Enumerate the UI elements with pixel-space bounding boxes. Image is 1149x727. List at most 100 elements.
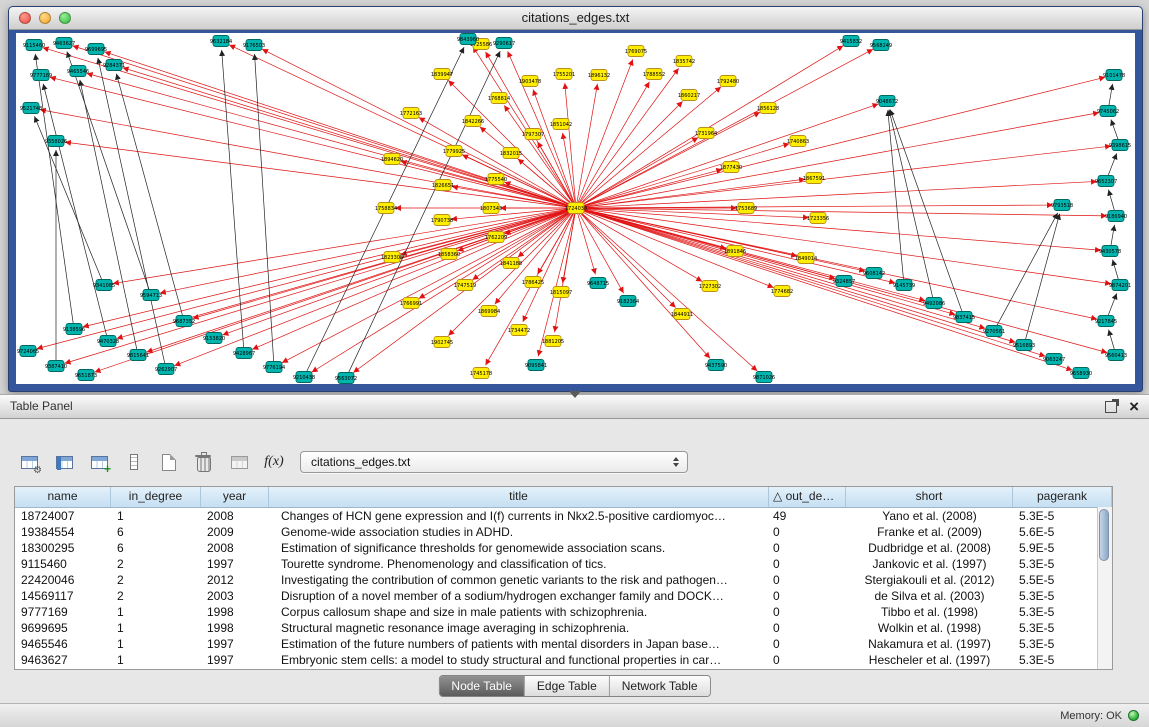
network-node-label: 1797307 <box>522 132 544 138</box>
table-cell: 2009 <box>201 524 269 540</box>
network-node-label: 1772163 <box>400 111 422 117</box>
import-table-icon[interactable] <box>226 449 252 475</box>
network-node-label: 9262907 <box>155 367 177 373</box>
table-row[interactable]: 969969511998Structural magnetic resonanc… <box>15 620 1112 636</box>
network-edge <box>580 68 679 203</box>
network-node-label: 9568249 <box>870 43 892 49</box>
network-node-label: 9290617 <box>493 41 515 47</box>
network-node-label: 9470328 <box>97 339 119 345</box>
network-node-label: 1792480 <box>717 79 739 85</box>
grid-glyph <box>231 456 248 469</box>
network-edge <box>174 210 570 366</box>
column-header-pagerank[interactable]: pagerank <box>1013 487 1112 507</box>
network-node-label: 9745062 <box>1097 109 1119 115</box>
network-node-label: 9521748 <box>20 106 42 112</box>
tab-node-table[interactable]: Node Table <box>439 676 524 696</box>
network-node-label: 1755201 <box>553 72 575 78</box>
dropdown-arrows-icon <box>670 457 682 467</box>
network-edge <box>582 209 1111 284</box>
table-cell: 9777169 <box>15 604 111 620</box>
column-highlight-glyph <box>57 457 61 470</box>
column-header-short[interactable]: short <box>846 487 1013 507</box>
column-header-out_de[interactable]: △ out_de… <box>769 487 846 507</box>
network-canvas[interactable]: 1724038185104217973071832015177554018073… <box>16 33 1135 384</box>
new-table-icon[interactable] <box>156 449 182 475</box>
network-node-label: 1894620 <box>381 157 403 163</box>
tab-edge-table[interactable]: Edge Table <box>524 676 609 696</box>
network-node-label: 9398615 <box>1109 143 1131 149</box>
network-edge <box>565 83 576 202</box>
table-row[interactable]: 1830029562008Estimation of significance … <box>15 540 1112 556</box>
network-node-label: 1724038 <box>565 206 587 212</box>
table-panel: Table Panel × ⚙ + f(x <box>0 394 1149 703</box>
table-cell: 2012 <box>201 572 269 588</box>
network-node-label: 9176503 <box>243 43 265 49</box>
network-node-label: 1858360 <box>438 252 460 258</box>
table-row[interactable]: 1872400712008Changes of HCN gene express… <box>15 508 1112 524</box>
table-row[interactable]: 1456911722003Disruption of a novel membe… <box>15 588 1112 604</box>
close-window-button[interactable] <box>19 12 31 24</box>
table-cell: 1998 <box>201 620 269 636</box>
float-panel-icon[interactable] <box>1105 401 1117 413</box>
table-cell: 22420046 <box>15 572 111 588</box>
table-row[interactable]: 946362711997Embryonic stem cells: a mode… <box>15 652 1112 668</box>
table-row[interactable]: 977716911998Corpus callosum shape and si… <box>15 604 1112 620</box>
network-node-label: 1851042 <box>550 122 572 128</box>
network-edge <box>116 74 182 316</box>
delete-table-icon[interactable] <box>191 449 217 475</box>
window-controls <box>19 12 71 24</box>
network-node-label: 9608142 <box>863 271 885 277</box>
network-node-label: 9652307 <box>1095 179 1117 185</box>
table-row[interactable]: 946554611997Estimation of the future num… <box>15 636 1112 652</box>
create-column-icon[interactable]: + <box>86 449 112 475</box>
function-builder-icon[interactable]: f(x) <box>261 449 287 475</box>
network-node-label: 1723356 <box>807 216 829 222</box>
network-node-label: 9815641 <box>127 353 149 359</box>
column-header-name[interactable]: name <box>15 487 111 507</box>
scrollbar-thumb[interactable] <box>1099 509 1109 561</box>
show-columns-icon[interactable] <box>51 449 77 475</box>
close-panel-icon[interactable]: × <box>1129 398 1139 415</box>
network-node-label: 9871026 <box>753 375 775 381</box>
column-header-year[interactable]: year <box>201 487 269 507</box>
network-edge <box>582 169 722 206</box>
network-edge <box>1111 225 1114 245</box>
network-node-label: 1766991 <box>400 301 422 307</box>
network-node-label: 1902745 <box>431 340 453 346</box>
table-mode-icon[interactable]: ⚙ <box>16 449 42 475</box>
column-header-title[interactable]: title <box>269 487 769 507</box>
network-node-label: 1877430 <box>720 165 742 171</box>
network-edge <box>349 51 501 372</box>
trash-icon <box>197 457 211 472</box>
gear-icon: ⚙ <box>33 466 42 476</box>
minimize-window-button[interactable] <box>39 12 51 24</box>
window-titlebar[interactable]: citations_edges.txt <box>9 7 1142 30</box>
splitter-handle[interactable] <box>569 391 581 398</box>
table-row[interactable]: 911546021997Tourette syndrome. Phenomeno… <box>15 556 1112 572</box>
network-node-label: 1860217 <box>678 93 700 99</box>
network-node-label: 9465546 <box>67 69 89 75</box>
network-edge <box>472 211 571 279</box>
tab-network-table[interactable]: Network Table <box>609 676 710 696</box>
network-graph[interactable]: 1724038185104217973071832015177554018073… <box>16 33 1135 384</box>
table-cell: 19384554 <box>15 524 111 540</box>
network-node-label: 9777169 <box>30 73 52 79</box>
table-cell: 9699695 <box>15 620 111 636</box>
table-cell: 1997 <box>201 556 269 572</box>
network-node-label: 9632184 <box>210 39 232 45</box>
table-row[interactable]: 2242004622012Investigating the contribut… <box>15 572 1112 588</box>
table-cell: 2 <box>111 572 201 588</box>
network-node-label: 1740863 <box>787 139 809 145</box>
zoom-window-button[interactable] <box>59 12 71 24</box>
delete-column-icon[interactable] <box>121 449 147 475</box>
table-cell: Nakamura et al. (1997) <box>846 636 1013 652</box>
network-node-label: 9651873 <box>75 373 97 379</box>
table-row[interactable]: 1938455462009Genome-wide association stu… <box>15 524 1112 540</box>
network-edge <box>147 210 571 352</box>
network-node-label: 9217845 <box>1095 319 1117 325</box>
node-table: namein_degreeyeartitle△ out_de…shortpage… <box>14 486 1113 670</box>
table-scrollbar[interactable] <box>1097 507 1112 669</box>
column-header-in_degree[interactable]: in_degree <box>111 487 201 507</box>
table-selector-dropdown[interactable]: citations_edges.txt <box>300 451 688 473</box>
network-node-label: 1747519 <box>454 283 476 289</box>
